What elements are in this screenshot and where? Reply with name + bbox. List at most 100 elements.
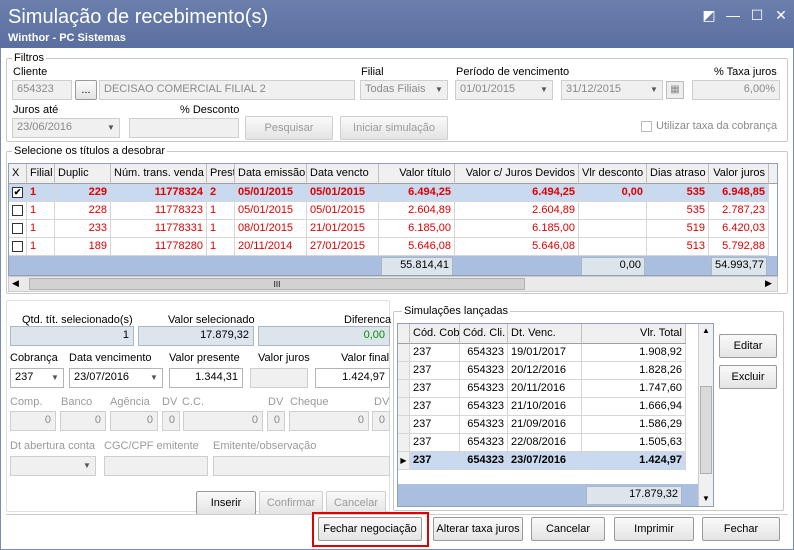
col-header[interactable]: X bbox=[9, 164, 27, 184]
dv-field[interactable]: 0 bbox=[372, 411, 390, 431]
simulacoes-vscrollbar[interactable]: ▲ ▼ bbox=[698, 324, 713, 506]
valor-final-label: Valor final bbox=[341, 352, 390, 364]
col-header[interactable]: Valor c/ Juros Devidos bbox=[455, 164, 579, 184]
col-header[interactable]: Vlr. Total bbox=[582, 324, 686, 344]
table-cell: 1.424,97 bbox=[582, 452, 686, 470]
window-title: Simulação de recebimento(s) bbox=[8, 6, 269, 28]
data-venc-value: 23/07/2016 bbox=[74, 371, 130, 383]
col-header[interactable]: Dt. Venc. bbox=[508, 324, 582, 344]
agencia-field[interactable]: 0 bbox=[110, 411, 158, 431]
cobranca-select[interactable]: 237 ▼ bbox=[10, 368, 64, 388]
valor-presente-field[interactable]: 1.344,31 bbox=[169, 368, 243, 388]
minimize-icon[interactable]: — bbox=[724, 6, 742, 24]
iniciar-simulacao-button[interactable]: Iniciar simulação bbox=[340, 116, 448, 140]
checkbox[interactable]: ✔ bbox=[12, 186, 23, 198]
table-cell bbox=[579, 220, 647, 238]
chevron-down-icon: ▼ bbox=[650, 85, 658, 94]
table-cell: 1 bbox=[207, 220, 235, 238]
valor-juros-field[interactable] bbox=[250, 368, 308, 388]
data-venc-field[interactable]: 23/07/2016 ▼ bbox=[69, 368, 163, 388]
chevron-down-icon: ▼ bbox=[435, 85, 443, 94]
utilizar-taxa-checkbox[interactable] bbox=[641, 121, 652, 132]
table-cell: 189 bbox=[55, 238, 111, 256]
checkbox[interactable] bbox=[12, 240, 23, 252]
col-header[interactable]: Duplic bbox=[55, 164, 111, 184]
dv-field[interactable]: 0 bbox=[267, 411, 285, 431]
scroll-thumb[interactable] bbox=[700, 386, 712, 474]
scroll-up-icon[interactable]: ▲ bbox=[702, 326, 710, 335]
cheque-field[interactable]: 0 bbox=[289, 411, 369, 431]
cliente-name-field[interactable]: DECISAO COMERCIAL FILIAL 2 bbox=[99, 80, 355, 100]
table-cell: 1.666,94 bbox=[582, 398, 686, 416]
table-cell: 654323 bbox=[460, 398, 508, 416]
restore-icon[interactable]: ◩ bbox=[700, 6, 718, 24]
excluir-button[interactable]: Excluir bbox=[719, 365, 777, 389]
periodo-fim-field[interactable]: 31/12/2015 ▼ bbox=[561, 80, 663, 100]
utilizar-taxa-label: Utilizar taxa da cobrança bbox=[656, 120, 778, 132]
row-checkbox[interactable] bbox=[9, 220, 27, 238]
cobranca-value: 237 bbox=[15, 371, 34, 383]
emitente-field[interactable] bbox=[213, 456, 390, 476]
row-checkbox[interactable] bbox=[9, 202, 27, 220]
row-checkbox[interactable]: ✔ bbox=[9, 184, 27, 202]
chevron-down-icon: ▼ bbox=[107, 123, 115, 132]
scroll-thumb[interactable]: III bbox=[29, 278, 525, 290]
checkbox[interactable] bbox=[12, 222, 23, 234]
alterar-taxa-button[interactable]: Alterar taxa juros bbox=[433, 517, 523, 541]
cliente-code-field[interactable]: 654323 bbox=[12, 80, 72, 100]
valor-final-field[interactable]: 1.424,97 bbox=[315, 368, 390, 388]
table-cell: 1 bbox=[27, 220, 55, 238]
table-cell: 654323 bbox=[460, 344, 508, 362]
comp-field[interactable]: 0 bbox=[10, 411, 56, 431]
dv-field[interactable]: 0 bbox=[162, 411, 180, 431]
col-header[interactable]: Cód. Cli. bbox=[460, 324, 508, 344]
close-icon[interactable]: ✕ bbox=[772, 6, 790, 24]
cgc-field[interactable] bbox=[104, 456, 208, 476]
table-cell: 1 bbox=[27, 238, 55, 256]
scroll-down-icon[interactable]: ▼ bbox=[702, 494, 710, 503]
col-header[interactable]: Data vencto bbox=[307, 164, 379, 184]
inserir-button[interactable]: Inserir bbox=[196, 491, 256, 515]
table-cell: 654323 bbox=[460, 362, 508, 380]
total-desconto: 0,00 bbox=[581, 257, 645, 275]
cobranca-label: Cobrança bbox=[10, 352, 58, 364]
table-cell: 229 bbox=[55, 184, 111, 202]
col-header[interactable]: Valor título bbox=[379, 164, 455, 184]
col-header[interactable]: Filial bbox=[27, 164, 55, 184]
taxa-field[interactable]: 6,00% bbox=[692, 80, 780, 100]
col-header[interactable]: Cód. Cob bbox=[410, 324, 460, 344]
editar-button[interactable]: Editar bbox=[719, 334, 777, 358]
scroll-right-icon[interactable]: ▶ bbox=[765, 278, 772, 289]
checkbox[interactable] bbox=[12, 204, 23, 216]
filial-value: Todas Filiais bbox=[365, 83, 426, 95]
periodo-inicio-field[interactable]: 01/01/2015 ▼ bbox=[455, 80, 553, 100]
table-cell: 237 bbox=[410, 452, 460, 470]
cliente-lookup-button[interactable]: ... bbox=[75, 80, 97, 100]
valor-sel-label: Valor selecionado bbox=[168, 314, 255, 326]
calendar-icon[interactable]: ▦ bbox=[666, 81, 684, 99]
fechar-negociacao-button[interactable]: Fechar negociação bbox=[318, 517, 422, 541]
pesquisar-button[interactable]: Pesquisar bbox=[245, 116, 333, 140]
row-checkbox[interactable] bbox=[9, 238, 27, 256]
col-header[interactable]: Prest bbox=[207, 164, 235, 184]
fechar-button[interactable]: Fechar bbox=[702, 517, 780, 541]
col-header[interactable]: Núm. trans. venda bbox=[111, 164, 207, 184]
juros-ate-field[interactable]: 23/06/2016 ▼ bbox=[12, 118, 120, 138]
maximize-icon[interactable]: ☐ bbox=[748, 6, 766, 24]
current-row-icon: ▶ bbox=[398, 452, 410, 470]
imprimir-button[interactable]: Imprimir bbox=[614, 517, 694, 541]
dt-abertura-field[interactable]: ▼ bbox=[10, 456, 96, 476]
simulacoes-title: Simulações lançadas bbox=[402, 305, 510, 317]
cc-field[interactable]: 0 bbox=[183, 411, 263, 431]
desconto-field[interactable] bbox=[129, 118, 239, 138]
titulos-hscrollbar[interactable]: ◀ ▶ III bbox=[8, 276, 778, 292]
col-header[interactable]: Valor juros bbox=[709, 164, 769, 184]
filial-select[interactable]: Todas Filiais ▼ bbox=[360, 80, 448, 100]
banco-field[interactable]: 0 bbox=[60, 411, 106, 431]
col-header[interactable]: Vlr desconto bbox=[579, 164, 647, 184]
chevron-down-icon: ▼ bbox=[150, 373, 158, 382]
col-header[interactable]: Data emissão bbox=[235, 164, 307, 184]
scroll-left-icon[interactable]: ◀ bbox=[12, 278, 19, 289]
cancelar-button[interactable]: Cancelar bbox=[531, 517, 605, 541]
col-header[interactable]: Dias atraso bbox=[647, 164, 709, 184]
